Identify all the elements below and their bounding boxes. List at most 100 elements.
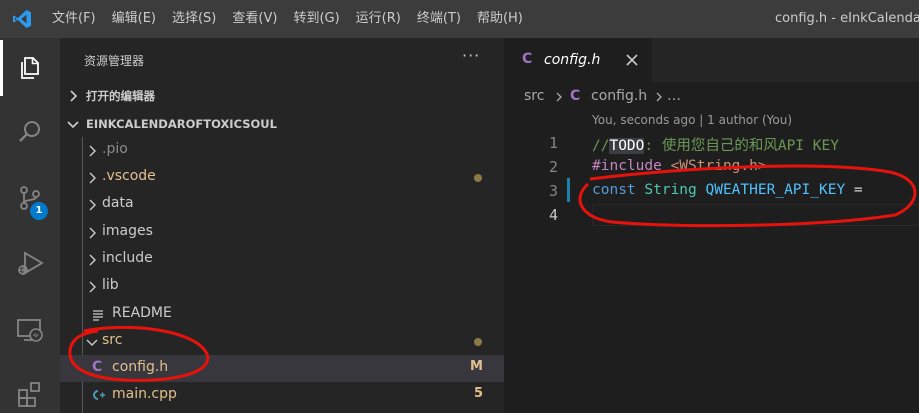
menu-run[interactable]: 运行(R) bbox=[348, 0, 409, 38]
run-debug-icon bbox=[18, 251, 44, 275]
vscode-logo-icon bbox=[0, 0, 44, 38]
line-number: 2 bbox=[548, 158, 558, 176]
open-editors-section[interactable]: 打开的编辑器 bbox=[60, 83, 504, 109]
project-label: EINKCALENDAROFTOXICSOUL bbox=[86, 117, 277, 131]
modified-dot bbox=[474, 174, 482, 182]
tree-item-label: images bbox=[102, 223, 153, 239]
tree-item-label: .vscode bbox=[102, 168, 156, 184]
tree-item-main-cpp[interactable]: main.cpp 5 bbox=[60, 382, 504, 409]
chevron-down-icon bbox=[67, 121, 79, 129]
remote-explorer-button[interactable] bbox=[0, 302, 60, 358]
modified-line-indicator bbox=[567, 178, 570, 202]
editor-tab-bar: C config.h bbox=[504, 38, 919, 82]
git-status-badge: M bbox=[470, 359, 483, 374]
project-section[interactable]: EINKCALENDAROFTOXICSOUL bbox=[60, 111, 504, 137]
tree-item-images[interactable]: images bbox=[60, 219, 504, 246]
c-file-icon: C bbox=[570, 88, 581, 104]
modified-dot bbox=[474, 338, 482, 346]
current-line-highlight bbox=[592, 204, 919, 226]
code-line-2: #include <WString.h> bbox=[592, 158, 767, 174]
open-editors-label: 打开的编辑器 bbox=[86, 89, 155, 103]
tree-item-label: include bbox=[102, 250, 153, 266]
explorer-header: 资源管理器 ··· bbox=[60, 38, 504, 82]
text-file-icon bbox=[93, 310, 103, 321]
menu-go[interactable]: 转到(G) bbox=[285, 0, 347, 38]
tree-item-label: lib bbox=[102, 277, 119, 293]
breadcrumb: src C config.h … bbox=[504, 82, 919, 110]
activity-bar: 1 bbox=[0, 38, 60, 413]
menu-bar: 文件(F) 编辑(E) 选择(S) 查看(V) 转到(G) 运行(R) 终端(T… bbox=[44, 0, 531, 38]
tree-item-data[interactable]: data bbox=[60, 191, 504, 218]
close-icon[interactable] bbox=[625, 53, 639, 67]
include-header: <WString.h> bbox=[661, 158, 767, 174]
explorer-sidebar: 资源管理器 ··· 打开的编辑器 EINKCALENDAROFTOXICSOUL… bbox=[60, 38, 504, 413]
todo-keyword: TODO bbox=[609, 138, 645, 154]
window-title: config.h - eInkCalenda bbox=[775, 11, 919, 26]
menu-file[interactable]: 文件(F) bbox=[44, 0, 104, 38]
chevron-right-icon bbox=[656, 92, 662, 102]
extensions-icon bbox=[18, 382, 40, 407]
chevron-right-icon bbox=[89, 281, 96, 293]
run-debug-button[interactable] bbox=[0, 236, 60, 292]
explorer-button[interactable] bbox=[0, 40, 60, 96]
breadcrumb-folder[interactable]: src bbox=[524, 88, 544, 104]
tree-item-lib[interactable]: lib bbox=[60, 273, 504, 300]
menu-selection[interactable]: 选择(S) bbox=[164, 0, 224, 38]
c-file-icon: C bbox=[92, 359, 103, 375]
tree-item-label: main.cpp bbox=[112, 386, 177, 402]
line-number: 3 bbox=[548, 182, 558, 200]
comment-slashes: // bbox=[592, 138, 610, 154]
files-icon bbox=[21, 57, 39, 79]
tree-item-pio[interactable]: .pio bbox=[60, 137, 504, 164]
menu-help[interactable]: 帮助(H) bbox=[469, 0, 531, 38]
code-editor[interactable]: You, seconds ago | 1 author (You) 1 2 3 … bbox=[504, 110, 919, 413]
chevron-down-icon bbox=[86, 339, 98, 346]
tree-item-label: .pio bbox=[102, 141, 128, 157]
c-file-icon: C bbox=[522, 51, 533, 67]
problem-count-badge: 5 bbox=[474, 386, 484, 401]
search-icon bbox=[19, 121, 40, 142]
type-name: String bbox=[635, 182, 697, 198]
breadcrumb-file[interactable]: config.h bbox=[591, 88, 647, 104]
cpp-file-icon bbox=[93, 390, 105, 400]
tab-label: config.h bbox=[544, 52, 601, 68]
source-control-button[interactable]: 1 bbox=[0, 170, 60, 226]
code-line-3: const String QWEATHER_API_KEY = bbox=[592, 182, 863, 198]
line-number: 1 bbox=[548, 134, 558, 152]
remote-explorer-icon bbox=[17, 319, 43, 342]
tree-item-readme[interactable]: README bbox=[60, 301, 504, 328]
code-line-1: //TODO: 使用您自己的和风API KEY bbox=[592, 134, 839, 155]
const-keyword: const bbox=[592, 182, 636, 198]
chevron-right-icon bbox=[556, 92, 562, 102]
menu-edit[interactable]: 编辑(E) bbox=[104, 0, 164, 38]
tree-item-label: config.h bbox=[112, 359, 169, 375]
tree-item-config-h[interactable]: C config.h M bbox=[60, 355, 504, 382]
tree-item-include[interactable]: include bbox=[60, 246, 504, 273]
tree-item-src[interactable]: src bbox=[60, 328, 504, 355]
menu-terminal[interactable]: 终端(T) bbox=[409, 0, 469, 38]
assign-operator: = bbox=[845, 182, 863, 198]
scm-badge: 1 bbox=[30, 202, 48, 220]
chevron-right-icon bbox=[89, 227, 96, 239]
include-directive: #include bbox=[592, 158, 662, 174]
search-button[interactable] bbox=[0, 104, 60, 160]
chevron-right-icon bbox=[89, 199, 96, 211]
title-bar: 文件(F) 编辑(E) 选择(S) 查看(V) 转到(G) 运行(R) 终端(T… bbox=[0, 0, 919, 38]
line-number: 4 bbox=[548, 206, 558, 224]
tree-item-label: data bbox=[102, 195, 134, 211]
chevron-right-icon bbox=[89, 254, 96, 266]
tab-config-h[interactable]: C config.h bbox=[504, 38, 652, 82]
more-actions-button[interactable]: ··· bbox=[462, 46, 480, 65]
chevron-right-icon bbox=[70, 90, 78, 102]
menu-view[interactable]: 查看(V) bbox=[224, 0, 285, 38]
chevron-right-icon bbox=[89, 145, 96, 157]
breadcrumb-symbols[interactable]: … bbox=[667, 88, 681, 104]
explorer-title: 资源管理器 bbox=[84, 54, 145, 68]
tree-item-label: src bbox=[102, 332, 123, 348]
tree-item-vscode[interactable]: .vscode bbox=[60, 164, 504, 191]
git-blame-codelens[interactable]: You, seconds ago | 1 author (You) bbox=[592, 113, 792, 127]
extensions-button[interactable] bbox=[0, 366, 60, 413]
comment-text: : 使用您自己的和风API KEY bbox=[644, 138, 839, 154]
chevron-right-icon bbox=[89, 172, 96, 184]
variable-name: QWEATHER_API_KEY bbox=[696, 182, 846, 198]
